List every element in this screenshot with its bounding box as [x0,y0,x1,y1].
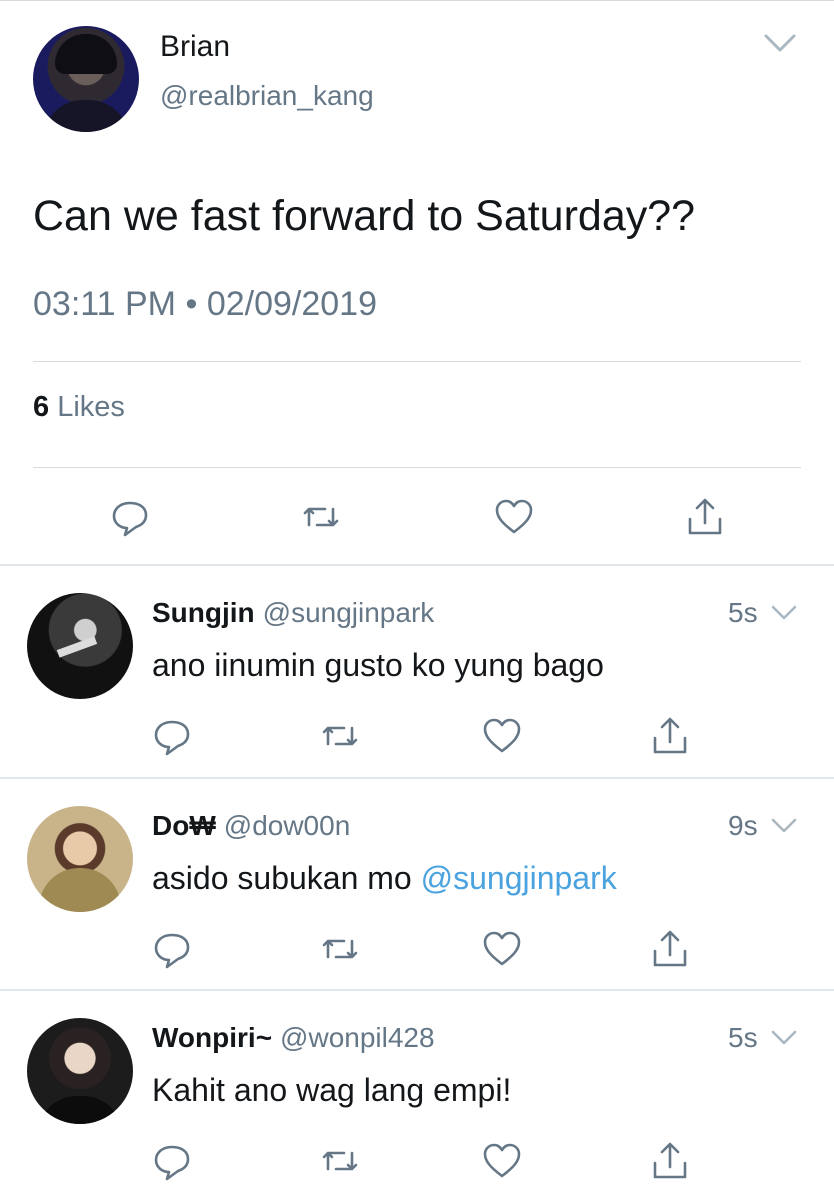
like-button[interactable] [480,714,524,758]
divider [0,564,834,566]
reply-name: Sungjin [152,597,255,628]
avatar[interactable] [33,26,139,132]
reply-time: 5s [728,1022,758,1053]
reply-name: Do₩ [152,810,216,841]
share-icon [653,717,687,754]
reply-time: 5s [728,597,758,628]
heart-icon [483,931,521,966]
reply-author[interactable]: Sungjin @sungjinpark [152,597,434,629]
reply-handle: @sungjinpark [262,597,435,628]
share-icon [653,1142,687,1179]
reply-icon [112,501,148,537]
reply-icon [154,1145,190,1181]
share-button[interactable] [648,927,692,971]
chevron-down-icon[interactable] [770,816,798,836]
likes-count[interactable]: 6 Likes [33,391,125,424]
divider [0,777,834,779]
share-button[interactable] [648,714,692,758]
reply-text: asido subukan mo @sungjinpark [152,860,617,897]
retweet-icon [322,1151,358,1171]
likes-label: Likes [57,391,125,423]
chevron-down-icon[interactable] [770,603,798,623]
avatar-detail [37,1096,123,1124]
chevron-down-icon[interactable] [762,30,798,56]
reply-handle: @wonpil428 [280,1022,435,1053]
reply-author[interactable]: Wonpiri~ @wonpil428 [152,1022,435,1054]
reply-button[interactable] [150,714,194,758]
tweet-text: Can we fast forward to Saturday?? [33,192,696,240]
reply-button[interactable] [108,495,152,539]
heart-icon [483,1143,521,1178]
reply-handle: @dow00n [223,810,351,841]
avatar-hair [55,34,117,74]
author-name[interactable]: Brian [160,30,230,64]
share-icon [688,498,722,535]
meta-separator: • [185,285,198,323]
avatar[interactable] [27,593,133,699]
avatar-detail [56,636,98,658]
avatar[interactable] [27,806,133,912]
retweet-button[interactable] [318,927,362,971]
reply-icon [154,720,190,756]
tweet-time: 03:11 PM [33,285,177,323]
tweet-date: 02/09/2019 [206,285,377,323]
author-handle[interactable]: @realbrian_kang [160,80,374,112]
divider [33,467,801,468]
mention-link[interactable]: @sungjinpark [421,860,617,896]
like-button[interactable] [492,495,536,539]
heart-icon [495,499,533,534]
retweet-button[interactable] [299,495,343,539]
heart-icon [483,718,521,753]
reply-button[interactable] [150,1139,194,1183]
chevron-down-icon[interactable] [770,1028,798,1048]
avatar-shirt [43,100,129,132]
top-divider [0,0,834,1]
reply-icon [154,933,190,969]
reply-author[interactable]: Do₩ @dow00n [152,810,350,842]
reply-time: 9s [728,810,758,841]
share-button[interactable] [648,1139,692,1183]
reply-text: Kahit ano wag lang empi! [152,1072,512,1108]
like-button[interactable] [480,927,524,971]
avatar[interactable] [27,1018,133,1124]
divider [33,361,801,362]
reply-button[interactable] [150,927,194,971]
reply-name: Wonpiri~ [152,1022,273,1053]
likes-number: 6 [33,391,50,423]
retweet-icon [322,939,358,959]
retweet-button[interactable] [318,1139,362,1183]
tweet-meta: 03:11 PM • 02/09/2019 [33,285,377,324]
reply-text: ano iinumin gusto ko yung bago [152,647,604,683]
like-button[interactable] [480,1139,524,1183]
retweet-icon [303,507,339,527]
avatar-detail [39,868,121,912]
retweet-button[interactable] [318,714,362,758]
retweet-icon [322,726,358,746]
share-icon [653,930,687,967]
share-button[interactable] [683,495,727,539]
divider [0,989,834,991]
reply-text-body: asido subukan mo [152,860,421,896]
